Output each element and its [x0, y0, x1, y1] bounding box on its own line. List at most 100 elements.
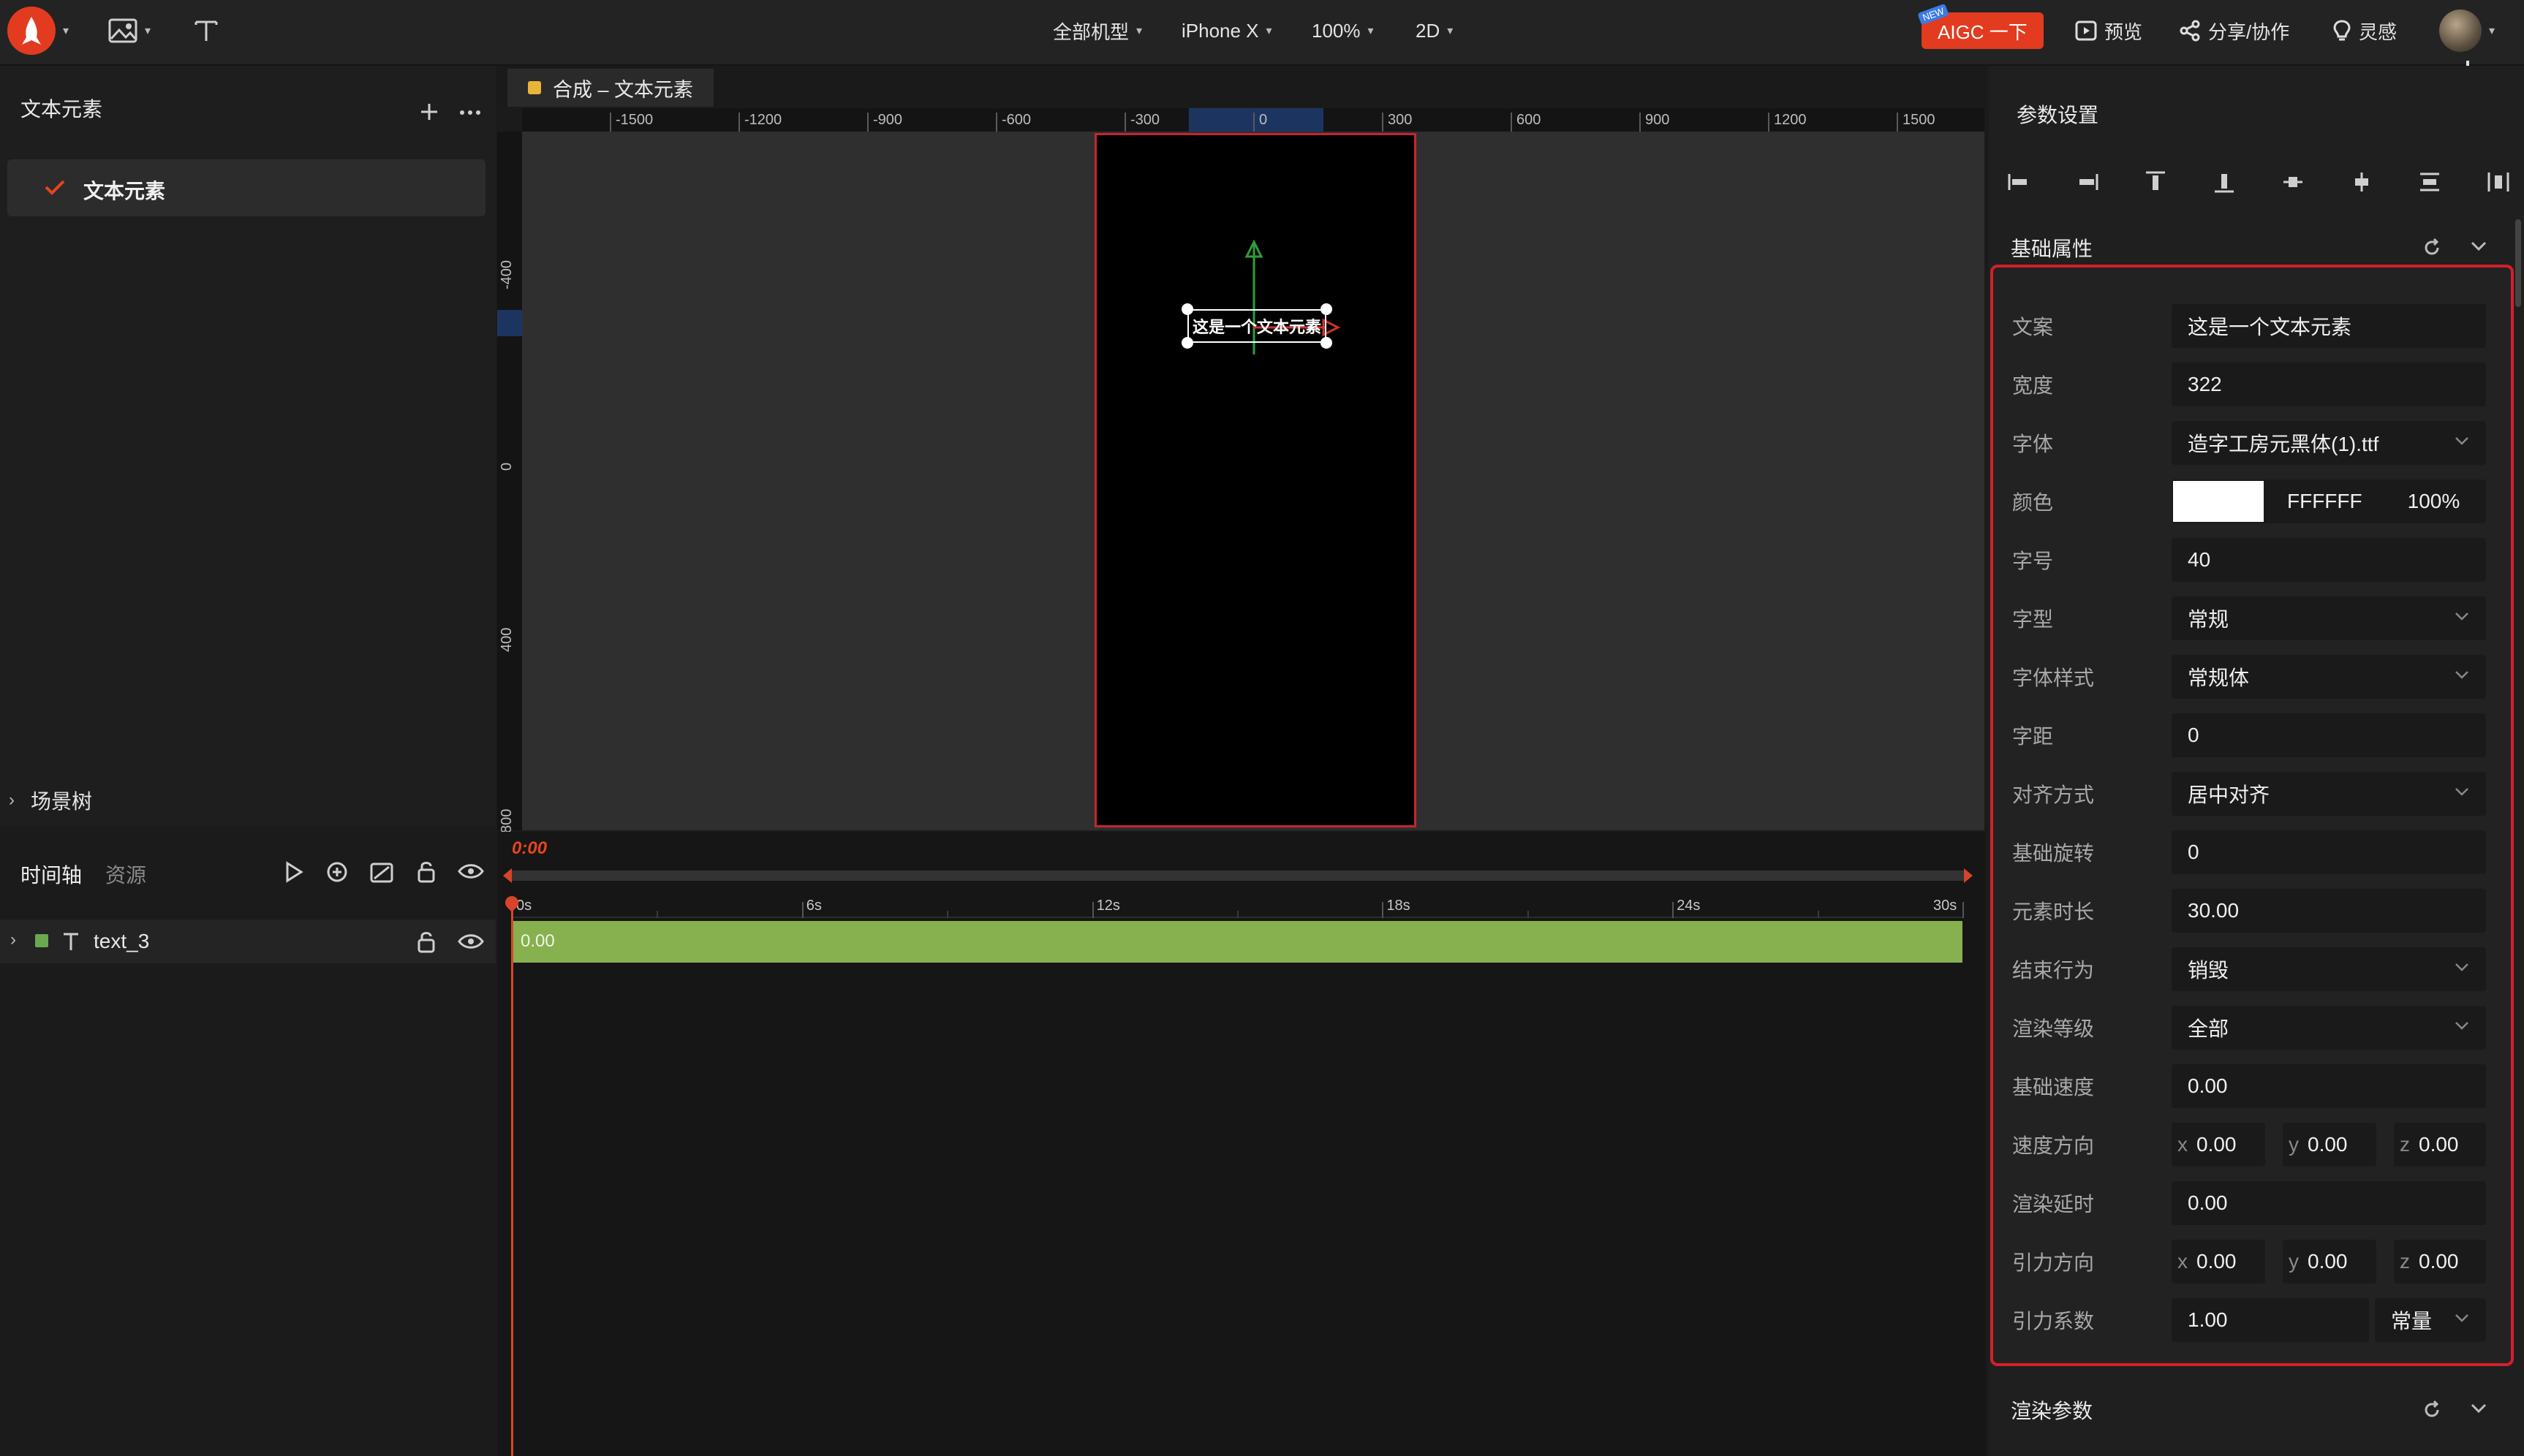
color-swatch[interactable]: [2173, 481, 2264, 522]
resize-handle[interactable]: [1182, 303, 1193, 315]
align-center-horizontal-icon[interactable]: [2349, 170, 2374, 194]
font-weight-select[interactable]: 常规: [2172, 596, 2486, 640]
scrubber-end-handle[interactable]: [1964, 868, 1973, 883]
tab-assets[interactable]: 资源: [105, 860, 146, 889]
prop-label-gravity-direction: 引力方向: [2012, 1251, 2095, 1274]
mode-select[interactable]: 2D ▾: [1416, 0, 1453, 61]
text-content-input[interactable]: 这是一个文本元素: [2172, 304, 2486, 348]
zoom-select[interactable]: 100% ▾: [1312, 0, 1374, 61]
play-icon[interactable]: [284, 861, 304, 883]
image-tool[interactable]: ▾: [108, 0, 151, 61]
device-frame[interactable]: 这是一个文本元素: [1095, 133, 1416, 827]
aigc-label: AIGC 一下: [1938, 20, 2028, 43]
tab-composition[interactable]: 合成 – 文本元素: [507, 69, 714, 107]
device-filter-select[interactable]: 全部机型 ▾: [1053, 0, 1142, 61]
more-icon[interactable]: [459, 110, 481, 115]
distribute-horizontal-icon[interactable]: [2486, 170, 2511, 194]
resize-handle[interactable]: [1320, 303, 1332, 315]
align-right-icon[interactable]: [2075, 171, 2100, 193]
ruler-label: 900: [1645, 112, 1670, 128]
font-select[interactable]: 造字工房元黑体(1).ttf: [2172, 421, 2486, 465]
timeline-layer-row[interactable]: › text_3: [0, 920, 496, 963]
text-align-select[interactable]: 居中对齐: [2172, 772, 2486, 816]
gravity-x-input[interactable]: x 0.00: [2172, 1240, 2265, 1284]
duration-input[interactable]: 30.00: [2172, 889, 2486, 933]
add-element-icon[interactable]: [420, 102, 439, 121]
speed-direction-y-input[interactable]: y 0.00: [2283, 1123, 2376, 1167]
align-top-icon[interactable]: [2143, 170, 2168, 194]
font-size-input[interactable]: 40: [2172, 538, 2486, 582]
axis-label: z: [2400, 1250, 2410, 1273]
speed-input[interactable]: 0.00: [2172, 1064, 2486, 1108]
gravity-coef-mode-select[interactable]: 常量: [2375, 1298, 2486, 1342]
scrubber-start-handle[interactable]: [503, 868, 512, 883]
chevron-down-icon[interactable]: [2470, 240, 2487, 252]
ruler-vertical: -400 0 400 800: [497, 132, 522, 833]
section-header-render[interactable]: 渲染参数: [1989, 1385, 2514, 1433]
end-behavior-select[interactable]: 销毁: [2172, 947, 2486, 991]
chevron-down-icon[interactable]: [2470, 1403, 2487, 1414]
ruler-tick: [1382, 113, 1383, 132]
gravity-x: 0.00: [2196, 1250, 2237, 1273]
align-toolbar: [2006, 165, 2511, 199]
composition-icon: [528, 81, 541, 94]
text-tool[interactable]: [193, 0, 219, 61]
align-left-icon[interactable]: [2006, 171, 2031, 193]
reset-icon[interactable]: [2422, 238, 2442, 258]
lock-icon[interactable]: [417, 930, 436, 953]
element-list-item[interactable]: 文本元素: [7, 159, 485, 216]
prop-label-render-delay: 渲染延时: [2012, 1193, 2095, 1216]
eye-icon[interactable]: [458, 933, 484, 950]
preview-button[interactable]: 预览: [2075, 0, 2142, 61]
render-delay-input[interactable]: 0.00: [2172, 1181, 2486, 1225]
timeline-tick: [1672, 902, 1674, 918]
timeline-tick: [1382, 902, 1384, 918]
inspiration-button[interactable]: 灵感: [2332, 0, 2397, 61]
panel-scrollbar[interactable]: [2515, 219, 2521, 307]
render-level-select[interactable]: 全部: [2172, 1006, 2486, 1050]
tab-timeline[interactable]: 时间轴: [20, 860, 82, 889]
rotation-input[interactable]: 0: [2172, 830, 2486, 874]
playhead[interactable]: [502, 893, 521, 1456]
timeline-clip[interactable]: 0.00: [512, 921, 1962, 963]
distribute-vertical-icon[interactable]: [2417, 171, 2442, 193]
clip-label: 0.00: [521, 931, 555, 951]
timeline-ruler[interactable]: 0s 6s 12s 18s 24s 30s: [512, 896, 1974, 918]
align-center-vertical-icon[interactable]: [2281, 171, 2305, 193]
gravity-z-input[interactable]: z 0.00: [2394, 1240, 2486, 1284]
gravity-coef-input[interactable]: 1.00: [2172, 1298, 2369, 1342]
color-picker[interactable]: FFFFFF 100%: [2172, 479, 2486, 523]
aigc-button[interactable]: NEW AIGC 一下: [1917, 3, 2044, 49]
device-select[interactable]: iPhone X ▾: [1182, 0, 1272, 61]
font-style-select[interactable]: 常规体: [2172, 655, 2486, 699]
color-hex-value[interactable]: FFFFFF: [2287, 490, 2362, 513]
chevron-right-icon[interactable]: ›: [10, 930, 16, 950]
speed-direction-z-input[interactable]: z 0.00: [2394, 1123, 2486, 1167]
gravity-y-input[interactable]: y 0.00: [2283, 1240, 2376, 1284]
chevron-down-icon: ▾: [63, 25, 69, 37]
timeline-minor-tick: [947, 911, 949, 918]
reset-icon[interactable]: [2422, 1400, 2442, 1420]
timeline-header: 时间轴 资源: [0, 833, 496, 914]
lock-icon[interactable]: [417, 860, 436, 883]
width-input[interactable]: 322: [2172, 363, 2486, 406]
align-bottom-icon[interactable]: [2212, 170, 2237, 194]
add-keyframe-icon[interactable]: [326, 861, 348, 883]
timeline-scrubber[interactable]: [503, 868, 1973, 883]
logo-menu[interactable]: ▾: [7, 0, 69, 61]
text-element[interactable]: 这是一个文本元素: [1187, 309, 1326, 343]
end-behavior-value: 销毁: [2188, 959, 2229, 982]
share-button[interactable]: 分享/协作: [2179, 0, 2289, 61]
resize-handle[interactable]: [1320, 337, 1332, 349]
eye-icon[interactable]: [458, 862, 484, 880]
screen-icon[interactable]: [370, 862, 393, 883]
letter-spacing-input[interactable]: 0: [2172, 713, 2486, 757]
chevron-down-icon: ▾: [2489, 25, 2495, 37]
timeline-tick-label: 12s: [1096, 898, 1120, 914]
color-alpha-value[interactable]: 100%: [2408, 490, 2460, 513]
user-menu[interactable]: ▾: [2439, 0, 2495, 61]
scene-tree-toggle[interactable]: › 场景树: [0, 775, 496, 826]
speed-direction-x-input[interactable]: x 0.00: [2172, 1123, 2265, 1167]
prop-label-spacing: 字距: [2012, 725, 2054, 748]
resize-handle[interactable]: [1182, 337, 1193, 349]
